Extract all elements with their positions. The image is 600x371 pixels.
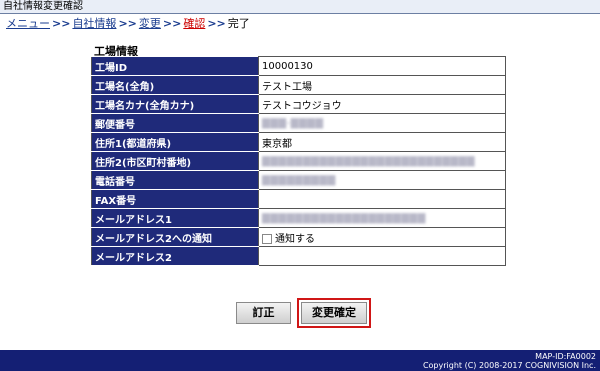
breadcrumb-separator: >> [118,17,137,30]
screen-id: MAP-ID:FA0002 [535,352,596,361]
breadcrumb-separator: >> [52,17,71,30]
factory-name-value: テスト工場 [258,75,506,95]
field-label: 工場名カナ(全角カナ) [91,94,259,114]
breadcrumb: メニュー >> 自社情報 >> 変更 >> 確認 >> 完了 [6,16,250,32]
postal-code-value-redacted: ▇▇▇-▇▇▇▇ [258,113,506,133]
field-label: 電話番号 [91,170,259,190]
field-label: 工場ID [91,56,259,76]
breadcrumb-menu-link[interactable]: メニュー [6,17,50,30]
breadcrumb-change-link[interactable]: 変更 [139,17,161,30]
field-label: 住所1(都道府県) [91,132,259,152]
field-label: 住所2(市区町村番地) [91,151,259,171]
copyright: Copyright (C) 2008-2017 COGNIVISION Inc. [422,361,596,370]
correct-button[interactable]: 訂正 [236,302,291,324]
breadcrumb-separator: >> [207,17,226,30]
prefecture-value: 東京都 [258,132,506,152]
factory-name-kana-value: テストコウジョウ [258,94,506,114]
checkbox-icon [262,233,272,244]
fax-value [258,189,506,209]
table-row: 住所2(市区町村番地) ▇▇▇▇▇▇▇▇▇▇▇▇▇▇▇▇▇▇▇▇▇▇▇▇▇▇ [91,151,506,171]
footer: MAP-ID:FA0002 Copyright (C) 2008-2017 CO… [0,350,600,371]
table-row: 電話番号 ▇▇▇▇▇▇▇▇▇ [91,170,506,190]
breadcrumb-separator: >> [162,17,182,30]
table-row: メールアドレス2への通知 通知する [91,227,506,247]
phone-value-redacted: ▇▇▇▇▇▇▇▇▇ [258,170,506,190]
notify-label: 通知する [275,233,315,245]
field-label: メールアドレス2 [91,246,259,266]
redacted-text: ▇▇▇▇▇▇▇▇▇▇▇▇▇▇▇▇▇▇▇▇ [262,212,426,224]
redacted-text: ▇▇▇-▇▇▇▇ [262,117,324,129]
email1-value-redacted: ▇▇▇▇▇▇▇▇▇▇▇▇▇▇▇▇▇▇▇▇ [258,208,506,228]
table-row: 郵便番号 ▇▇▇-▇▇▇▇ [91,113,506,133]
breadcrumb-current-confirm: 確認 [183,17,206,30]
button-bar: 訂正 変更確定 [0,297,600,331]
email2-notify-value: 通知する [258,227,506,247]
field-label: メールアドレス2への通知 [91,227,259,247]
confirm-change-button[interactable]: 変更確定 [301,302,367,324]
table-row: 住所1(都道府県) 東京都 [91,132,506,152]
redacted-text: ▇▇▇▇▇▇▇▇▇▇▇▇▇▇▇▇▇▇▇▇▇▇▇▇▇▇ [262,155,475,167]
email2-value [258,246,506,266]
field-label: 工場名(全角) [91,75,259,95]
table-row: メールアドレス2 [91,246,506,266]
factory-info-table: 工場ID 10000130 工場名(全角) テスト工場 工場名カナ(全角カナ) … [91,56,506,266]
table-row: 工場ID 10000130 [91,56,506,76]
field-label: 郵便番号 [91,113,259,133]
redacted-text: ▇▇▇▇▇▇▇▇▇ [262,174,336,186]
table-row: メールアドレス1 ▇▇▇▇▇▇▇▇▇▇▇▇▇▇▇▇▇▇▇▇ [91,208,506,228]
breadcrumb-company-info-link[interactable]: 自社情報 [72,17,116,30]
table-row: 工場名(全角) テスト工場 [91,75,506,95]
field-label: メールアドレス1 [91,208,259,228]
field-label: FAX番号 [91,189,259,209]
table-row: FAX番号 [91,189,506,209]
address-value-redacted: ▇▇▇▇▇▇▇▇▇▇▇▇▇▇▇▇▇▇▇▇▇▇▇▇▇▇ [258,151,506,171]
window-title: 自社情報変更確認 [0,0,600,14]
factory-id-value: 10000130 [258,56,506,76]
table-row: 工場名カナ(全角カナ) テストコウジョウ [91,94,506,114]
breadcrumb-done: 完了 [227,17,250,30]
